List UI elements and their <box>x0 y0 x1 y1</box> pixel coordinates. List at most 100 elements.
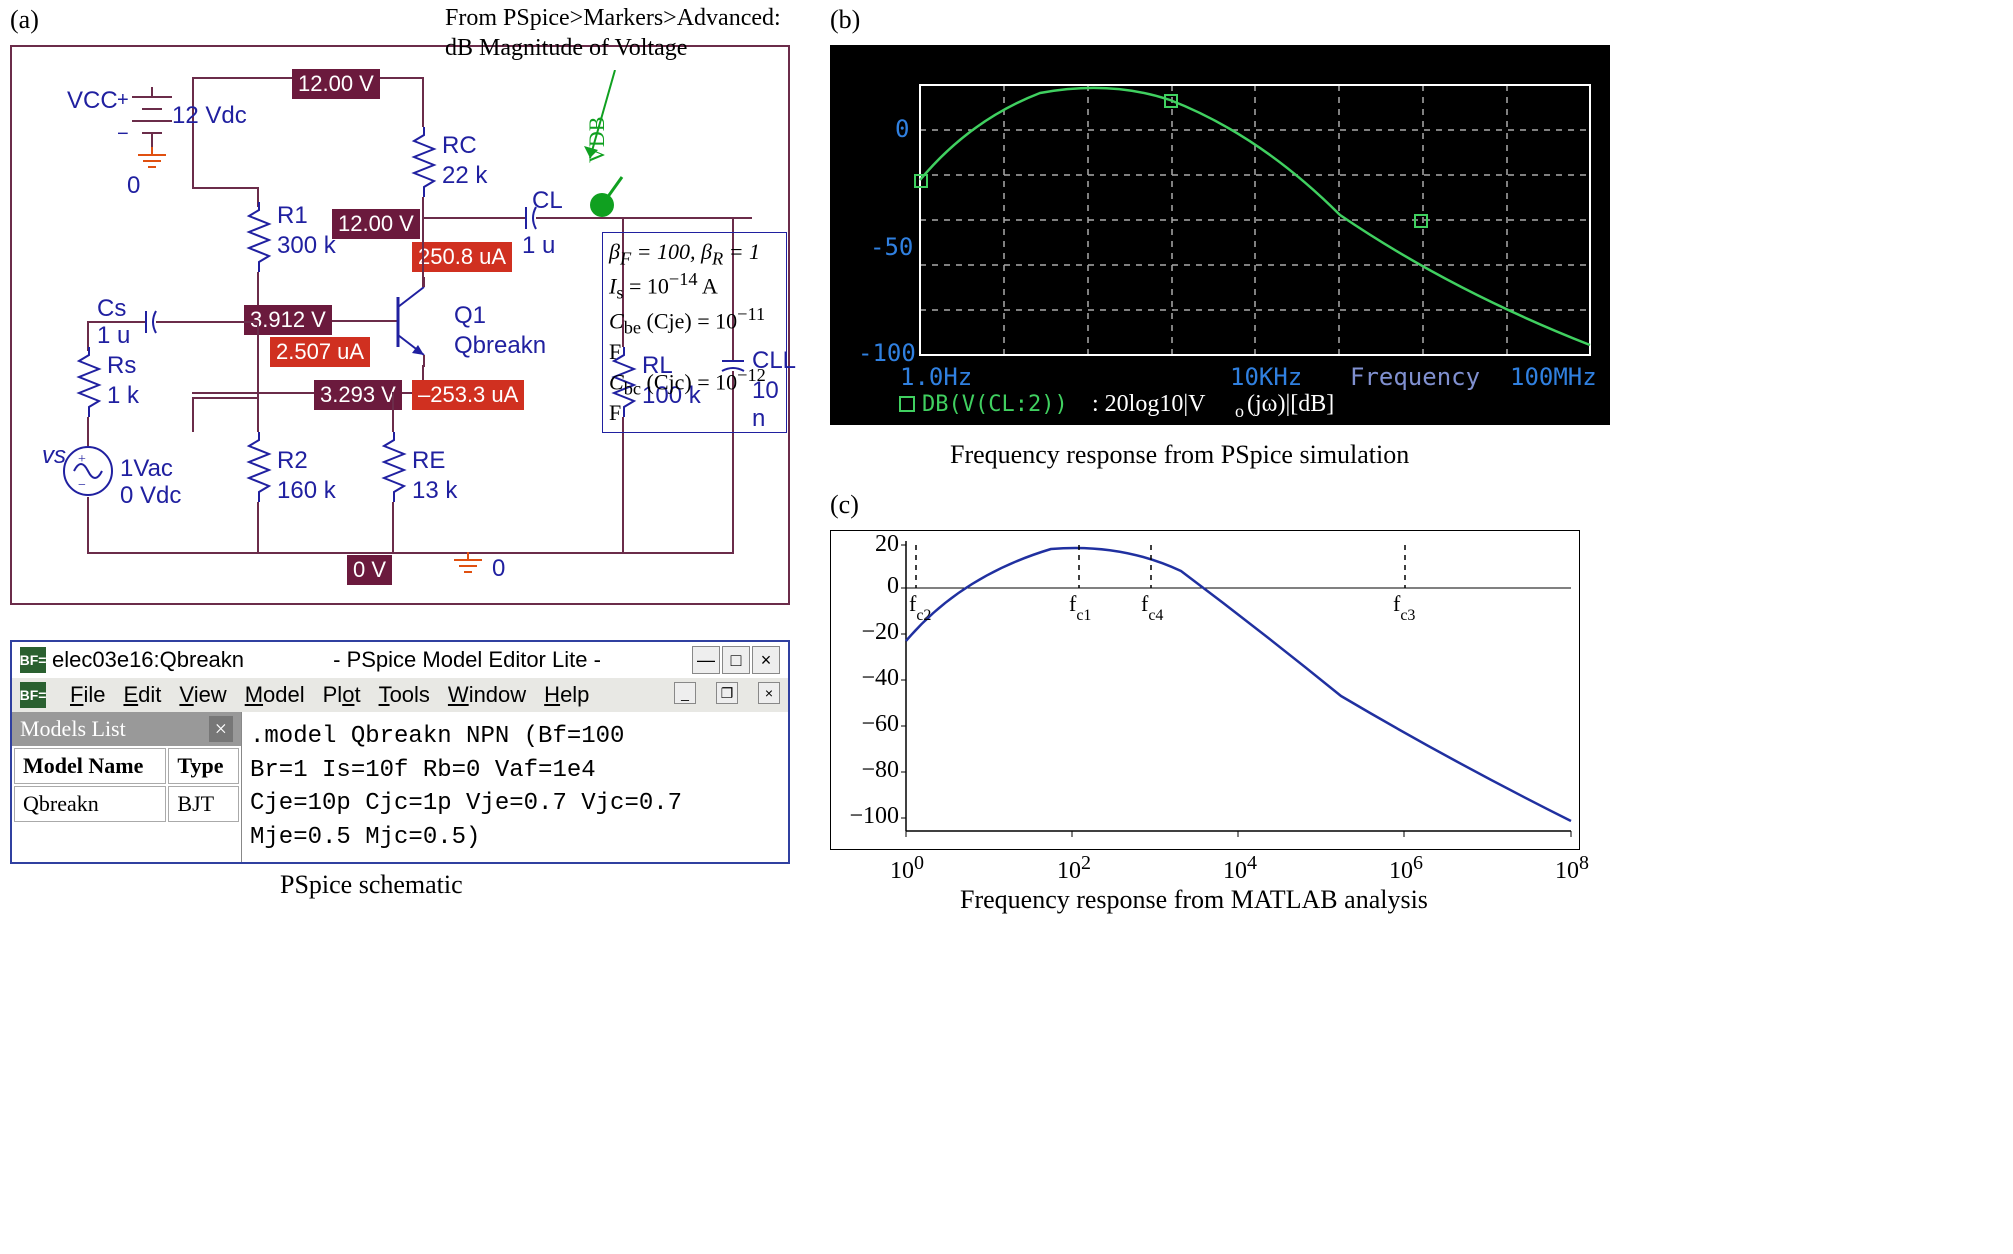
cap-cs-icon <box>132 309 172 335</box>
resistor-r2-icon <box>245 432 273 502</box>
svg-text:fc3: fc3 <box>1393 591 1415 624</box>
minimize-button[interactable]: — <box>692 646 720 674</box>
models-list-panel: Models List × Model Name Type Qbreakn BJ… <box>12 712 242 862</box>
svg-text:+: + <box>78 452 86 467</box>
menu-icon: BF= <box>20 682 46 708</box>
menu-plot[interactable]: Plot <box>323 682 361 708</box>
models-list-close-icon[interactable]: × <box>209 716 233 742</box>
editor-title-center: - PSpice Model Editor Lite - <box>244 647 690 673</box>
rs-label: Rs <box>107 352 136 380</box>
matlab-x0: 100 <box>890 852 924 885</box>
svg-text:−40: −40 <box>861 665 899 691</box>
ground-icon <box>136 147 168 173</box>
menu-model[interactable]: Model <box>245 682 305 708</box>
menu-help[interactable]: Help <box>544 682 589 708</box>
svg-text:(jω)|[dB]: (jω)|[dB] <box>1247 391 1334 417</box>
matlab-x2: 102 <box>1057 852 1091 885</box>
panel-b-label: (b) <box>830 5 860 35</box>
xtick-100mhz: 100MHz <box>1510 363 1597 391</box>
models-col-type[interactable]: Type <box>168 748 239 784</box>
svg-text:−: − <box>78 478 86 493</box>
mdi-restore-button[interactable]: ❐ <box>716 682 738 704</box>
app-icon: BF= <box>20 647 46 673</box>
ytick-50: -50 <box>870 233 913 261</box>
close-button[interactable]: × <box>752 646 780 674</box>
current-2508: 250.8 uA <box>412 242 512 272</box>
model-name-cell: Qbreakn <box>14 786 166 822</box>
cs-label: Cs <box>97 295 126 323</box>
svg-text:fc1: fc1 <box>1069 591 1091 624</box>
voltage-12-mid: 12.00 V <box>332 209 420 239</box>
menu-view[interactable]: View <box>179 682 226 708</box>
vs-value2: 0 Vdc <box>120 482 181 510</box>
resistor-re-icon <box>380 432 408 502</box>
editor-menubar: BF= File Edit View Model Plot Tools Wind… <box>12 678 788 712</box>
menu-file[interactable]: File <box>70 682 105 708</box>
svg-text:−20: −20 <box>861 619 899 645</box>
matlab-x4: 104 <box>1223 852 1257 885</box>
menu-window[interactable]: Window <box>448 682 526 708</box>
xlabel-freq: Frequency <box>1350 363 1480 391</box>
vs-value1: 1Vac <box>120 455 173 483</box>
model-text-editor[interactable]: .model Qbreakn NPN (Bf=100 Br=1 Is=10f R… <box>242 712 788 862</box>
resistor-rc-icon <box>410 127 438 197</box>
voltage-3293: 3.293 V <box>314 380 402 410</box>
marker-annotation-l2: dB Magnitude of Voltage <box>445 35 687 62</box>
current-n2533: –253.3 uA <box>412 380 524 410</box>
re-value: 13 k <box>412 477 457 505</box>
resistor-r1-icon <box>245 202 273 272</box>
rc-label: RC <box>442 132 477 160</box>
mdi-close-button[interactable]: × <box>758 682 780 704</box>
bjt-q1-icon <box>372 277 452 367</box>
gnd-0-b: 0 <box>492 555 505 583</box>
cl-label: CL <box>532 187 563 215</box>
vcc-label: VCC <box>67 87 118 115</box>
model-text-l1: .model Qbreakn NPN (Bf=100 <box>250 720 780 754</box>
r2-value: 160 k <box>277 477 336 505</box>
model-text-l4: Mje=0.5 Mjc=0.5) <box>250 821 780 855</box>
rs-value: 1 k <box>107 382 139 410</box>
vcc-value: 12 Vdc <box>172 102 247 130</box>
ac-source-icon: + − <box>62 445 114 497</box>
r2-label: R2 <box>277 447 308 475</box>
re-label: RE <box>412 447 445 475</box>
current-2507: 2.507 uA <box>270 337 370 367</box>
editor-title-left: elec03e16:Qbreakn <box>52 647 244 673</box>
voltage-12-top: 12.00 V <box>292 69 380 99</box>
model-text-l2: Br=1 Is=10f Rb=0 Vaf=1e4 <box>250 754 780 788</box>
editor-titlebar: BF= elec03e16:Qbreakn - PSpice Model Edi… <box>12 642 788 678</box>
cs-value: 1 u <box>97 322 130 350</box>
xtick-1hz: 1.0Hz <box>900 363 972 391</box>
svg-text:fc4: fc4 <box>1141 591 1163 624</box>
maximize-button[interactable]: □ <box>722 646 750 674</box>
matlab-x8: 108 <box>1555 852 1589 885</box>
menu-tools[interactable]: Tools <box>379 682 430 708</box>
mdi-minimize-button[interactable]: _ <box>674 682 696 704</box>
table-row[interactable]: Qbreakn BJT <box>14 786 239 822</box>
model-editor-window: BF= elec03e16:Qbreakn - PSpice Model Edi… <box>10 640 790 864</box>
panel-a-label: (a) <box>10 5 39 35</box>
model-params-box: βF = 100, βR = 1 Is = 10−14 A Cbe (Cje) … <box>602 232 787 433</box>
schematic-area: VCC + − 12 Vdc 0 12.00 V RC 22 k R1 300 … <box>10 45 790 605</box>
vs-label: vs <box>42 442 66 470</box>
schematic-caption: PSpice schematic <box>280 870 463 900</box>
voltage-0: 0 V <box>347 555 392 585</box>
panel-c-label: (c) <box>830 490 859 520</box>
pspice-plot: 0 -50 -100 1.0Hz 10KHz Frequency 100MHz … <box>830 45 1610 425</box>
ground-icon-bottom <box>452 552 484 578</box>
vcc-plus: + <box>117 89 129 112</box>
matlab-plot: 20 0 −20 −40 −60 −80 −100 <box>830 530 1580 850</box>
annotation-arrow-icon <box>560 70 640 170</box>
svg-text:20: 20 <box>875 531 899 557</box>
menu-edit[interactable]: Edit <box>123 682 161 708</box>
r1-value: 300 k <box>277 232 336 260</box>
model-type-cell: BJT <box>168 786 239 822</box>
svg-text:−60: −60 <box>861 711 899 737</box>
cl-value: 1 u <box>522 232 555 260</box>
r1-label: R1 <box>277 202 308 230</box>
svg-text:o: o <box>1235 401 1244 421</box>
rc-value: 22 k <box>442 162 487 190</box>
legend-raw: DB(V(CL:2)) <box>922 392 1068 417</box>
models-list-title: Models List <box>20 716 126 742</box>
models-col-name[interactable]: Model Name <box>14 748 166 784</box>
